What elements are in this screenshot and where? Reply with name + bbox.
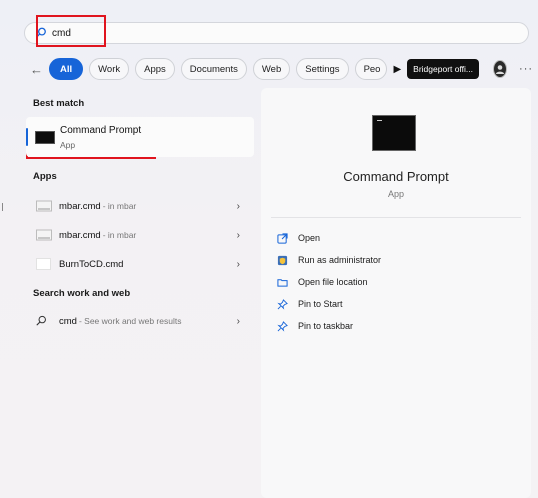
filter-all[interactable]: All <box>49 58 84 80</box>
organization-chip[interactable]: Bridgeport offi... <box>407 59 480 79</box>
action-pin-to-taskbar[interactable]: Pin to taskbar <box>277 317 507 335</box>
app-result-burntocd[interactable]: BurnToCD.cmd › <box>26 252 254 276</box>
filter-work[interactable]: Work <box>89 58 130 80</box>
best-match-header: Best match <box>33 98 85 109</box>
app-result-mbar-1[interactable]: mbar.cmd - in mbar › <box>26 194 254 218</box>
chevron-right-icon[interactable]: › <box>237 259 240 270</box>
selection-indicator <box>26 128 28 146</box>
search-work-web-header: Search work and web <box>33 288 131 299</box>
preview-subtitle: App <box>387 189 404 199</box>
shield-icon <box>277 255 288 265</box>
action-label: Pin to taskbar <box>298 321 354 331</box>
best-match-result[interactable]: Command Prompt App <box>26 117 254 157</box>
play-icon[interactable]: ▶ <box>393 64 401 75</box>
search-input[interactable] <box>52 27 482 39</box>
preview-pane: Command Prompt App Open Run as administr… <box>261 88 531 498</box>
search-box[interactable] <box>24 22 529 44</box>
app-result-mbar-2[interactable]: mbar.cmd - in mbar › <box>26 223 254 247</box>
action-open-file-location[interactable]: Open file location <box>277 273 507 291</box>
chevron-right-icon[interactable]: › <box>237 201 240 212</box>
avatar[interactable] <box>493 60 508 78</box>
divider <box>271 217 521 218</box>
filter-settings[interactable]: Settings <box>296 58 349 80</box>
back-arrow-icon[interactable]: ← <box>30 62 43 77</box>
file-icon <box>36 229 52 241</box>
action-open[interactable]: Open <box>277 229 507 247</box>
app-result-name: mbar.cmd <box>59 200 101 212</box>
pin-icon <box>277 298 288 310</box>
open-icon <box>277 232 288 244</box>
best-match-subtitle: App <box>60 140 76 150</box>
app-result-location: - in mbar <box>102 230 137 240</box>
action-label: Run as administrator <box>298 255 382 265</box>
app-result-location: - in mbar <box>102 201 137 211</box>
best-match-title: Command Prompt <box>60 125 142 136</box>
command-prompt-icon <box>35 131 55 144</box>
web-result-query: cmd <box>59 315 77 327</box>
filter-people[interactable]: Peo <box>354 58 388 80</box>
command-prompt-large-icon <box>372 115 416 151</box>
preview-title: Command Prompt <box>343 169 449 184</box>
search-icon <box>36 315 52 327</box>
chevron-right-icon[interactable]: › <box>237 230 240 241</box>
app-result-name: mbar.cmd <box>59 229 101 241</box>
filter-apps[interactable]: Apps <box>135 58 175 80</box>
action-label: Open file location <box>298 277 368 287</box>
file-icon <box>36 200 52 212</box>
web-result-description: - See work and web results <box>78 316 182 326</box>
filter-documents[interactable]: Documents <box>180 58 247 80</box>
filter-web[interactable]: Web <box>252 58 291 80</box>
file-icon <box>36 258 52 270</box>
folder-icon <box>277 278 288 287</box>
app-result-name: BurnToCD.cmd <box>59 258 124 270</box>
action-run-as-administrator[interactable]: Run as administrator <box>277 251 507 269</box>
search-icon <box>36 27 47 40</box>
action-label: Open <box>298 233 321 243</box>
action-label: Pin to Start <box>298 299 343 309</box>
chevron-right-icon[interactable]: › <box>237 316 240 327</box>
pin-icon <box>277 320 288 332</box>
apps-header: Apps <box>33 171 57 182</box>
web-search-result[interactable]: cmd - See work and web results › <box>26 309 254 333</box>
more-options-icon[interactable]: ··· <box>519 63 533 75</box>
window-edge-mark <box>2 203 4 211</box>
filter-bar: ← All Work Apps Documents Web Settings P… <box>30 57 533 81</box>
action-pin-to-start[interactable]: Pin to Start <box>277 295 507 313</box>
